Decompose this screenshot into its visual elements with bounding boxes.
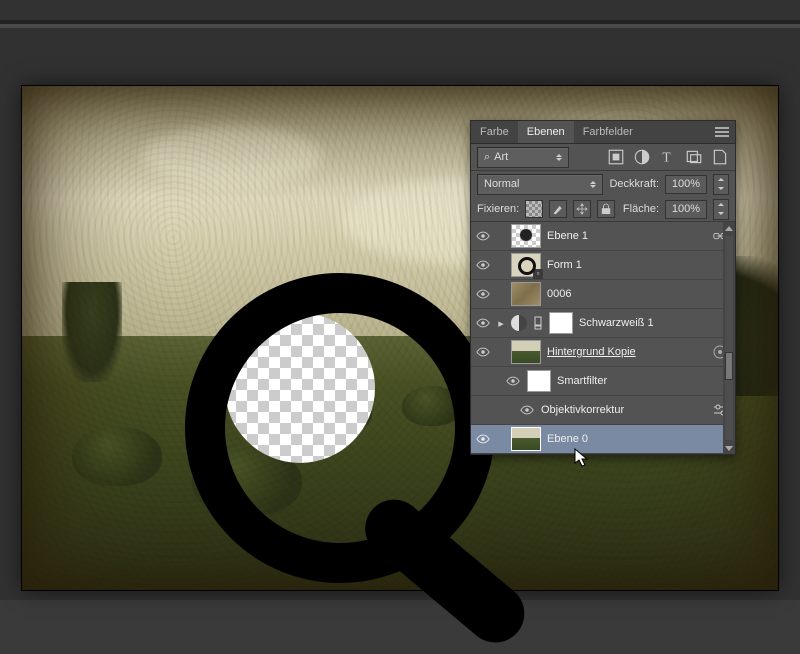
fill-label: Fläche:	[623, 203, 659, 215]
scroll-thumb[interactable]	[725, 352, 733, 380]
visibility-eye-icon[interactable]	[475, 315, 491, 331]
opacity-stepper[interactable]	[713, 174, 729, 195]
lock-label: Fixieren:	[477, 203, 519, 215]
panel-menu-icon[interactable]	[715, 127, 729, 137]
filter-icon-strip: T	[607, 149, 729, 165]
filter-adjustment-icon[interactable]	[633, 149, 651, 165]
smartfilter-name[interactable]: Objektivkorrektur	[541, 404, 624, 416]
filter-type-select[interactable]: ⌕ Art	[477, 147, 569, 168]
lock-transparency-button[interactable]	[525, 200, 543, 218]
filter-smart-icon[interactable]	[711, 149, 729, 165]
smartfilter-group-row[interactable]: Smartfilter	[471, 367, 735, 396]
layer-row[interactable]: ▫ Form 1	[471, 251, 735, 280]
lock-fill-row: Fixieren: Fläche: 100%	[471, 197, 735, 221]
smartfilter-item-row[interactable]: Objektivkorrektur	[471, 396, 735, 425]
lock-pixels-button[interactable]	[549, 200, 567, 218]
layer-thumbnail[interactable]	[511, 224, 541, 248]
layer-name[interactable]: Ebene 0	[547, 433, 588, 445]
vector-mask-badge-icon: ▫	[533, 269, 543, 279]
layer-filter-row: ⌕ Art T	[471, 144, 735, 170]
chevron-right-icon[interactable]: ▸	[497, 317, 505, 330]
lock-all-button[interactable]	[597, 200, 615, 218]
smartfilter-label: Smartfilter	[557, 375, 607, 387]
layers-panel: Farbe Ebenen Farbfelder ⌕ Art T Normal	[470, 120, 736, 455]
clip-icon	[533, 316, 543, 330]
layer-name[interactable]: Schwarzweiß 1	[579, 317, 654, 329]
blend-mode-value: Normal	[484, 178, 519, 190]
visibility-eye-icon[interactable]	[519, 402, 535, 418]
layers-scrollbar[interactable]	[723, 222, 735, 454]
tab-farbe[interactable]: Farbe	[471, 121, 518, 143]
layer-row[interactable]: Ebene 1	[471, 222, 735, 251]
workspace: Farbe Ebenen Farbfelder ⌕ Art T Normal	[0, 28, 800, 600]
visibility-eye-icon[interactable]	[475, 344, 491, 360]
visibility-eye-icon[interactable]	[475, 431, 491, 447]
layer-row[interactable]: Ebene 0	[471, 425, 735, 454]
tab-farbfelder[interactable]: Farbfelder	[574, 121, 642, 143]
opacity-label: Deckkraft:	[609, 178, 659, 190]
image-tree-left	[62, 282, 122, 382]
filter-type-label: Art	[494, 151, 508, 163]
scroll-down-arrow-icon[interactable]	[723, 442, 735, 454]
filter-type-icon[interactable]: T	[659, 149, 677, 165]
lock-position-button[interactable]	[573, 200, 591, 218]
layer-thumbnail[interactable]	[511, 282, 541, 306]
image-cloud	[142, 126, 322, 186]
layer-thumbnail[interactable]	[511, 427, 541, 451]
blend-mode-select[interactable]: Normal	[477, 174, 603, 195]
filter-pixel-icon[interactable]	[607, 149, 625, 165]
fill-stepper[interactable]	[713, 199, 729, 220]
layer-row[interactable]: ▸ Schwarzweiß 1	[471, 309, 735, 338]
layers-list: Ebene 1 ▫ Form 1 0006 ▸ S	[471, 222, 735, 454]
svg-text:T: T	[662, 150, 671, 165]
blend-opacity-row: Normal Deckkraft: 100%	[471, 171, 735, 197]
fill-field[interactable]: 100%	[665, 200, 707, 219]
app-chrome-top	[0, 0, 800, 24]
layer-name[interactable]: Form 1	[547, 259, 582, 271]
adjustment-bw-icon	[511, 315, 527, 331]
layer-thumbnail[interactable]: ▫	[511, 253, 541, 277]
smartfilter-mask-thumbnail[interactable]	[527, 370, 551, 392]
visibility-eye-icon[interactable]	[475, 286, 491, 302]
layer-name[interactable]: Ebene 1	[547, 230, 588, 242]
image-bush	[72, 426, 162, 486]
filter-shape-icon[interactable]	[685, 149, 703, 165]
scroll-track[interactable]	[725, 236, 733, 440]
opacity-field[interactable]: 100%	[665, 175, 707, 194]
tab-ebenen[interactable]: Ebenen	[518, 121, 574, 143]
layer-row[interactable]: Hintergrund Kopie	[471, 338, 735, 367]
layer-name[interactable]: Hintergrund Kopie	[547, 346, 636, 358]
layer-thumbnail[interactable]	[511, 340, 541, 364]
scroll-up-arrow-icon[interactable]	[723, 222, 735, 234]
panel-tabs: Farbe Ebenen Farbfelder	[471, 121, 735, 144]
visibility-eye-icon[interactable]	[475, 228, 491, 244]
layer-mask-thumbnail[interactable]	[549, 312, 573, 334]
layer-name[interactable]: 0006	[547, 288, 571, 300]
visibility-eye-icon[interactable]	[505, 373, 521, 389]
magnify-icon: ⌕	[484, 151, 490, 164]
layer-row[interactable]: 0006	[471, 280, 735, 309]
visibility-eye-icon[interactable]	[475, 257, 491, 273]
